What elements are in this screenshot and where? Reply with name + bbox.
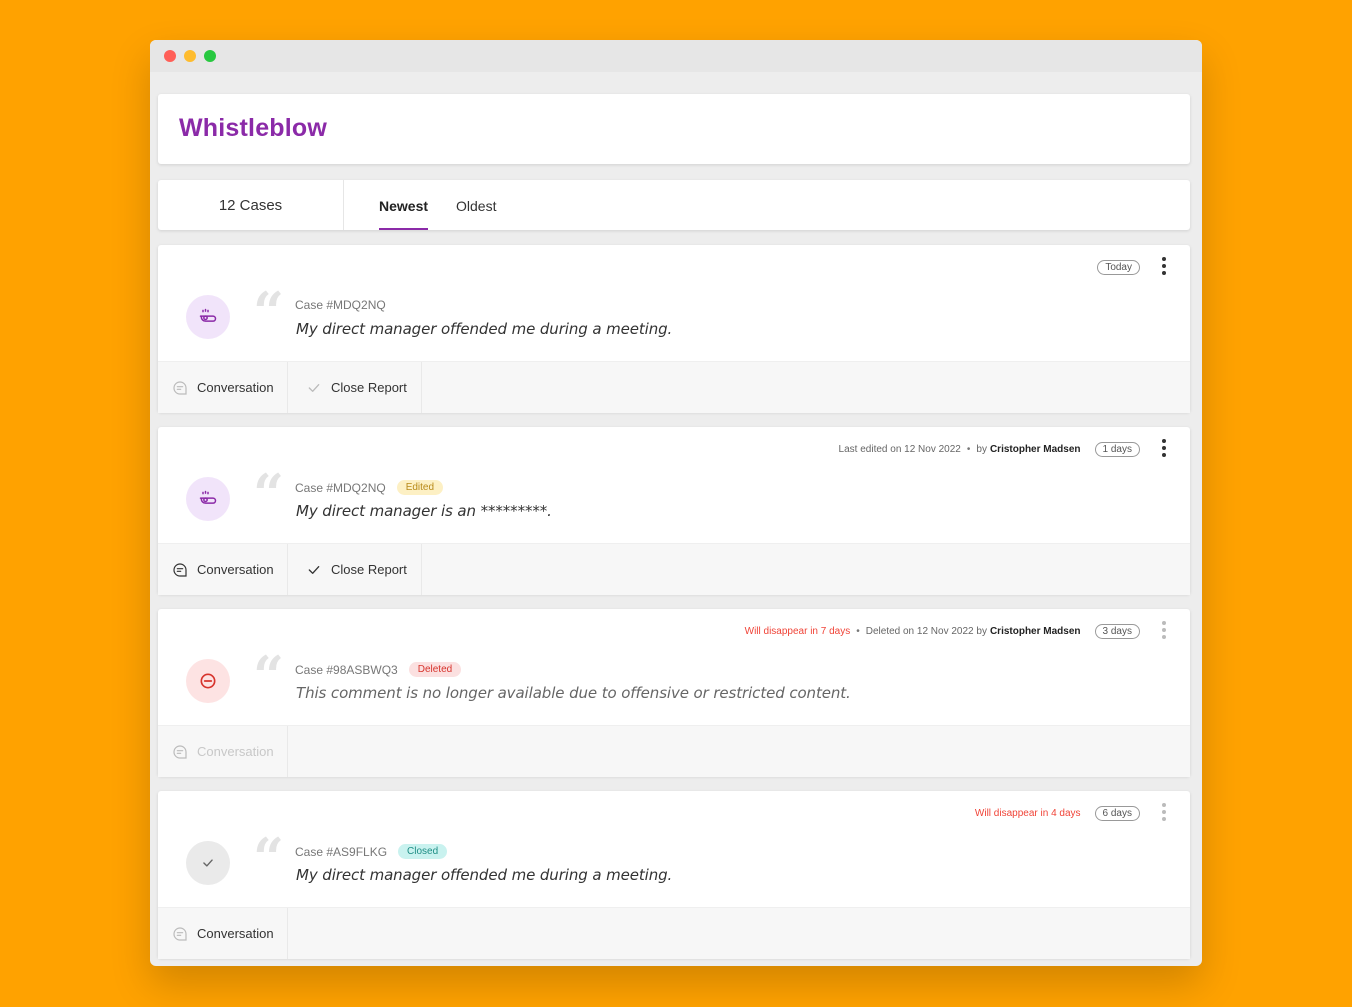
case-meta: Last edited on 12 Nov 2022 • by Cristoph… xyxy=(839,442,1140,457)
case-body[interactable]: Will disappear in 7 days • Deleted on 12… xyxy=(158,609,1190,725)
deleted-info: Deleted on 12 Nov 2022 by xyxy=(865,626,987,637)
case-meta: Today xyxy=(1083,260,1140,275)
conversation-button[interactable]: Conversation xyxy=(158,544,288,595)
status-badge: Edited xyxy=(396,480,444,495)
age-badge: 1 days xyxy=(1094,442,1140,457)
app-window: Whistleblow 12 Cases Newest Oldest Today… xyxy=(150,40,1202,966)
case-actions: Conversation Close Report xyxy=(158,543,1190,595)
app-header: Whistleblow xyxy=(158,94,1190,164)
case-card: Will disappear in 4 days 6 days “ Case #… xyxy=(158,791,1190,959)
edited-info: Last edited on 12 Nov 2022 xyxy=(838,444,961,455)
chat-bubble-icon xyxy=(172,562,188,578)
age-badge: 6 days xyxy=(1094,806,1140,821)
case-id: Case #AS9FLKG Closed xyxy=(295,844,448,859)
case-actions: Conversation xyxy=(158,725,1190,777)
case-meta: Will disappear in 7 days • Deleted on 12… xyxy=(745,624,1140,639)
case-id: Case #MDQ2NQ xyxy=(295,298,386,312)
chat-bubble-icon xyxy=(172,744,188,760)
case-count: 12 Cases xyxy=(158,180,344,230)
tab-oldest[interactable]: Oldest xyxy=(456,180,496,230)
check-icon xyxy=(306,380,322,396)
status-badge: Closed xyxy=(398,844,448,859)
quote-icon: “ xyxy=(253,462,285,526)
case-body[interactable]: Will disappear in 4 days 6 days “ Case #… xyxy=(158,791,1190,907)
close-report-button[interactable]: Close Report xyxy=(288,362,422,413)
more-options-icon[interactable] xyxy=(1160,257,1168,275)
whistle-icon xyxy=(186,477,230,521)
status-badge: Deleted xyxy=(408,662,462,677)
minimize-window-button[interactable] xyxy=(184,50,196,62)
tab-newest[interactable]: Newest xyxy=(379,180,429,230)
disappear-warning: Will disappear in 4 days xyxy=(974,808,1081,819)
case-id: Case #MDQ2NQ Edited xyxy=(295,480,444,495)
case-text: My direct manager offended me during a m… xyxy=(296,320,673,338)
close-window-button[interactable] xyxy=(164,50,176,62)
case-meta: Will disappear in 4 days 6 days xyxy=(975,806,1140,821)
case-body[interactable]: Last edited on 12 Nov 2022 • by Cristoph… xyxy=(158,427,1190,543)
case-text: This comment is no longer available due … xyxy=(296,684,851,702)
author-name: Cristopher Madsen xyxy=(989,444,1081,455)
app-title: Whistleblow xyxy=(179,114,328,142)
close-report-button[interactable]: Close Report xyxy=(288,544,422,595)
more-options-icon[interactable] xyxy=(1160,803,1168,821)
age-badge: Today xyxy=(1097,260,1140,275)
quote-icon: “ xyxy=(253,826,285,890)
conversation-button[interactable]: Conversation xyxy=(158,362,288,413)
age-badge: 3 days xyxy=(1094,624,1140,639)
case-card: Today “ Case #MDQ2NQ My direct manager o… xyxy=(158,245,1190,413)
more-options-icon[interactable] xyxy=(1160,439,1168,457)
quote-icon: “ xyxy=(253,644,285,708)
window-titlebar xyxy=(150,40,1202,72)
case-card: Will disappear in 7 days • Deleted on 12… xyxy=(158,609,1190,777)
conversation-button[interactable]: Conversation xyxy=(158,908,288,959)
more-options-icon[interactable] xyxy=(1160,621,1168,639)
case-id: Case #98ASBWQ3 Deleted xyxy=(295,662,462,677)
conversation-button[interactable]: Conversation xyxy=(158,726,288,777)
chat-bubble-icon xyxy=(172,926,188,942)
disappear-warning: Will disappear in 7 days xyxy=(744,626,851,637)
check-icon xyxy=(306,562,322,578)
minus-circle-icon xyxy=(186,659,230,703)
filter-bar: 12 Cases Newest Oldest xyxy=(158,180,1190,230)
maximize-window-button[interactable] xyxy=(204,50,216,62)
quote-icon: “ xyxy=(253,280,285,344)
case-text: My direct manager offended me during a m… xyxy=(296,866,673,884)
case-actions: Conversation Close Report xyxy=(158,361,1190,413)
case-actions: Conversation xyxy=(158,907,1190,959)
case-text: My direct manager is an *********. xyxy=(296,502,552,520)
edited-by-label: by xyxy=(976,444,987,455)
case-card: Last edited on 12 Nov 2022 • by Cristoph… xyxy=(158,427,1190,595)
case-body[interactable]: Today “ Case #MDQ2NQ My direct manager o… xyxy=(158,245,1190,361)
check-icon xyxy=(186,841,230,885)
whistle-icon xyxy=(186,295,230,339)
author-name: Cristopher Madsen xyxy=(989,626,1081,637)
chat-bubble-icon xyxy=(172,380,188,396)
